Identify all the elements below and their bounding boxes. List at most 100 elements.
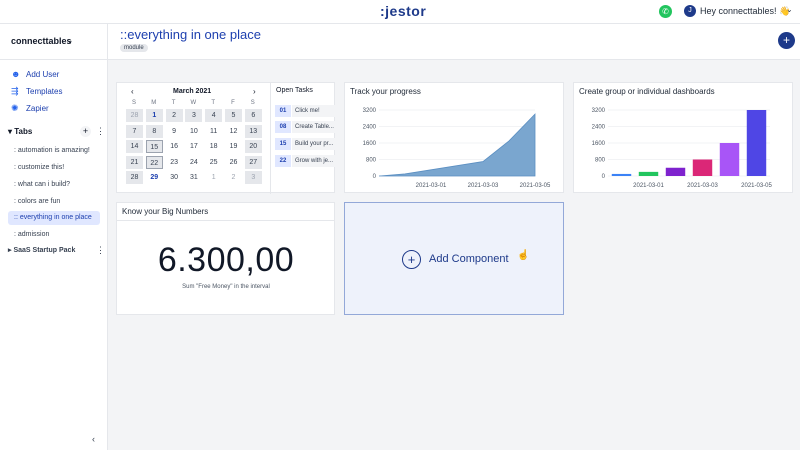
- calendar-day[interactable]: 23: [166, 156, 183, 169]
- task-text: Click me!: [292, 105, 335, 117]
- y-tick-label: 3200: [363, 108, 377, 114]
- calendar-day[interactable]: 7: [126, 124, 143, 138]
- x-tick-label: 2021-03-01: [633, 183, 664, 189]
- hand-cursor-icon: ☝: [517, 250, 530, 261]
- calendar-day[interactable]: 20: [244, 140, 262, 153]
- jestor-logo[interactable]: :jestor: [380, 3, 426, 19]
- more-icon[interactable]: ⋮: [96, 245, 105, 256]
- calendar-card: ‹ March 2021 › S M T W T F S 28 1 2 3 4 5 6 7 8 9 10 11 12 1…: [116, 82, 335, 194]
- calendar-day[interactable]: 2: [165, 109, 183, 122]
- calendar-day[interactable]: 18: [205, 140, 222, 153]
- tabs-header[interactable]: ▾ Tabs: [8, 127, 32, 136]
- add-component-button[interactable]: + Add Component ☝: [344, 202, 564, 315]
- sidebar-item-zapier[interactable]: ✺ Zapier: [11, 103, 49, 114]
- calendar-day[interactable]: 3: [244, 171, 262, 184]
- card-title: Know your Big Numbers: [122, 207, 209, 216]
- calendar-day[interactable]: 24: [185, 156, 202, 169]
- calendar-prev-icon[interactable]: ‹: [131, 87, 134, 96]
- y-tick-label: 0: [373, 174, 377, 180]
- sidebar-item-add-user[interactable]: ☻ Add User: [11, 69, 59, 79]
- dashboard-chart-card: Create group or individual dashboards 0 8…: [573, 82, 793, 193]
- more-icon[interactable]: ⋮: [96, 126, 105, 137]
- tabs-header-label: Tabs: [14, 127, 33, 136]
- sidebar-item-templates[interactable]: ⇶ Templates: [11, 86, 62, 97]
- status-badge: module: [120, 44, 148, 52]
- sidebar-item-customize[interactable]: : customize this!: [8, 161, 100, 175]
- big-number-subtitle: Sum "Free Money" in the interval: [182, 284, 270, 290]
- x-tick-label: 2021-03-03: [468, 183, 499, 189]
- calendar-day[interactable]: 1: [205, 171, 222, 184]
- calendar-day[interactable]: 1: [145, 109, 163, 122]
- bar: [638, 171, 659, 176]
- collapse-sidebar-icon[interactable]: ‹: [92, 434, 95, 444]
- calendar-day[interactable]: 4: [205, 109, 223, 122]
- chevron-down-icon[interactable]: ⌄: [786, 5, 793, 14]
- y-tick-label: 800: [595, 158, 606, 164]
- calendar-day[interactable]: 6: [244, 109, 262, 122]
- calendar-day[interactable]: 29: [146, 171, 163, 184]
- calendar-weekday: T: [211, 100, 216, 106]
- whatsapp-icon[interactable]: ✆: [659, 5, 672, 18]
- add-button[interactable]: +: [778, 32, 795, 49]
- sidebar-item-label: Add User: [26, 70, 60, 79]
- calendar-day[interactable]: 9: [166, 125, 183, 138]
- task-item[interactable]: 22 Grow with je...: [275, 155, 335, 167]
- chart-title: Create group or individual dashboards: [579, 87, 715, 96]
- chevron-down-icon[interactable]: ⌄: [66, 35, 74, 46]
- divider: [0, 59, 107, 60]
- calendar-day[interactable]: 28: [126, 109, 143, 122]
- calendar-day[interactable]: 16: [166, 140, 183, 153]
- calendar-day[interactable]: 26: [225, 156, 242, 169]
- calendar-day[interactable]: 14: [126, 140, 143, 153]
- calendar-day[interactable]: 8: [145, 124, 163, 138]
- add-user-icon: ☻: [11, 69, 21, 79]
- calendar-weekday: S: [250, 100, 255, 106]
- sidebar-item-label: Templates: [26, 87, 63, 96]
- task-item[interactable]: 08 Create Table...: [275, 121, 335, 133]
- calendar-day[interactable]: 22: [145, 155, 163, 169]
- calendar-day[interactable]: 28: [126, 171, 143, 184]
- sidebar-item-automation[interactable]: : automation is amazing!: [8, 144, 100, 158]
- calendar-day[interactable]: 5: [225, 109, 242, 122]
- calendar-day[interactable]: 25: [205, 156, 222, 169]
- calendar-day[interactable]: 30: [166, 171, 183, 184]
- y-tick-label: 0: [602, 174, 606, 180]
- big-number-value: 6.300,00: [157, 241, 295, 279]
- calendar-day[interactable]: 12: [225, 125, 242, 138]
- bar-chart: 0 800 1600 2400 3200 2021-03-01 2021-03-03 2021…: [592, 108, 773, 189]
- task-item[interactable]: 01 Click me!: [275, 105, 335, 117]
- calendar-day[interactable]: 13: [244, 124, 262, 138]
- page-title: ::everything in one place: [120, 27, 261, 42]
- add-tab-button[interactable]: +: [80, 126, 91, 137]
- calendar-day[interactable]: 11: [205, 125, 222, 138]
- workspace-name[interactable]: connecttables: [11, 36, 72, 46]
- calendar-next-icon[interactable]: ›: [253, 87, 256, 96]
- y-tick-label: 1600: [592, 141, 606, 147]
- calendar-day[interactable]: 27: [244, 155, 262, 169]
- big-numbers-card: Know your Big Numbers 6.300,00 Sum "Free…: [116, 202, 335, 315]
- avatar[interactable]: J: [684, 5, 696, 17]
- calendar-day[interactable]: 15: [145, 140, 163, 153]
- calendar-day[interactable]: 19: [225, 140, 242, 153]
- templates-icon: ⇶: [11, 86, 19, 96]
- sidebar-item-what-can-i-build[interactable]: : what can i build?: [8, 178, 100, 192]
- calendar-day[interactable]: 2: [225, 171, 242, 184]
- x-tick-label: 2021-03-01: [416, 183, 447, 189]
- add-component-label: Add Component: [429, 253, 509, 265]
- chart-title: Track your progress: [350, 87, 421, 96]
- sidebar-group-saas[interactable]: ▸ SaaS Startup Pack: [8, 246, 75, 254]
- calendar-day[interactable]: 21: [126, 155, 143, 169]
- user-greeting[interactable]: Hey connecttables! 👋: [700, 6, 790, 17]
- y-tick-label: 2400: [363, 125, 377, 131]
- calendar-day[interactable]: 31: [185, 171, 202, 184]
- calendar-day[interactable]: 3: [185, 109, 203, 122]
- y-tick-label: 3200: [592, 108, 606, 114]
- task-item[interactable]: 15 Build your pr...: [275, 138, 335, 150]
- sidebar-item-colors[interactable]: : colors are fun: [8, 195, 100, 209]
- sidebar-group-label: SaaS Startup Pack: [13, 247, 76, 254]
- sidebar-item-everything[interactable]: :: everything in one place: [8, 211, 100, 225]
- calendar-day[interactable]: 17: [185, 140, 202, 153]
- sidebar-item-admission[interactable]: : admission: [8, 228, 100, 242]
- x-tick-label: 2021-03-05: [520, 183, 551, 189]
- calendar-day[interactable]: 10: [185, 125, 202, 138]
